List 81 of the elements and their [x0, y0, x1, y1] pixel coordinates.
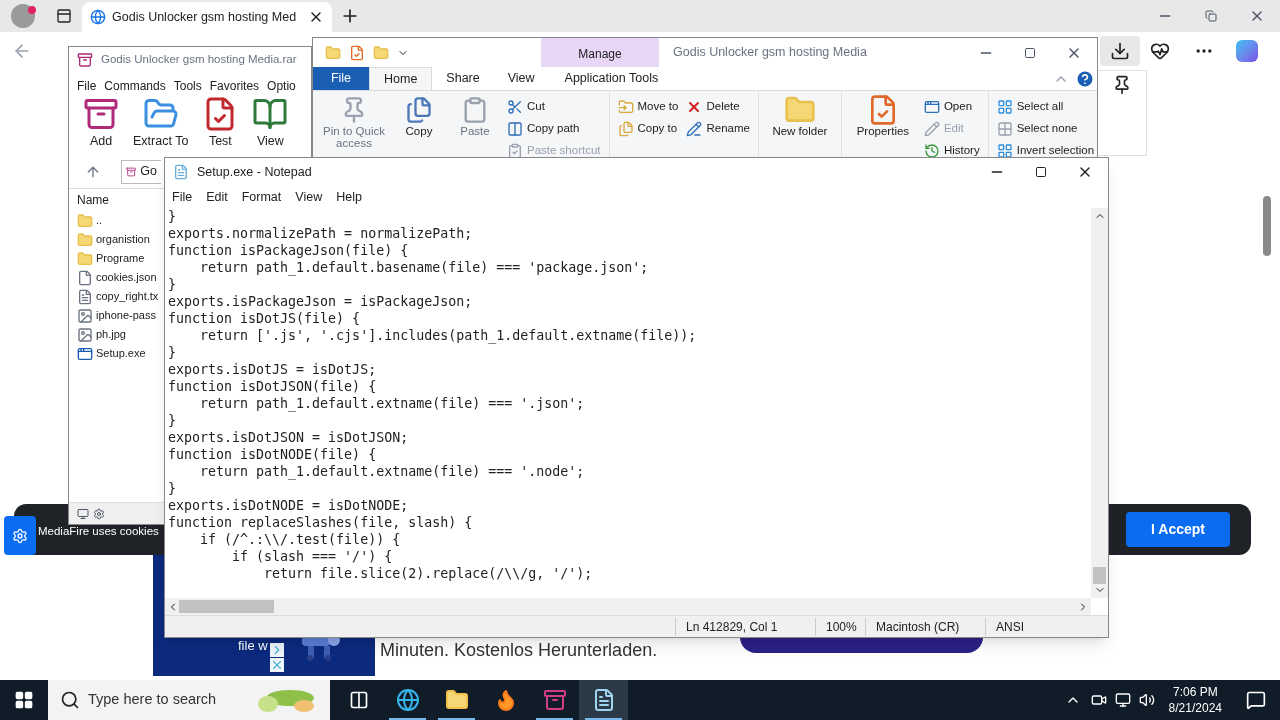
code-line: exports.normalizePath = normalizePath;: [168, 225, 474, 242]
file-row[interactable]: ph.jpg: [77, 325, 126, 344]
menu-item[interactable]: File: [77, 77, 97, 95]
menu-item[interactable]: File: [172, 187, 193, 207]
file-row[interactable]: cookies.json: [77, 268, 157, 287]
ad-text: Minuten. Kostenlos Herunterladen.: [380, 639, 658, 661]
file-row[interactable]: copy_right.tx: [77, 287, 159, 306]
ribbon-button[interactable]: Cut: [507, 99, 601, 115]
code-line: return path_1.default.extname(file) === '.node';: [199, 463, 586, 480]
window-title: Setup.exe - Notepad: [197, 163, 312, 181]
ad-side-text: file w: [238, 637, 268, 655]
status-text: 100%: [815, 617, 865, 636]
code-line: return file.slice(2).replace(/\\/g, '/');: [263, 565, 594, 582]
menu-item[interactable]: Tools: [173, 77, 202, 95]
menu-item[interactable]: Commands: [104, 77, 166, 95]
code-line: return path_1.default.extname(file) === '.json';: [199, 395, 586, 412]
code-line: function isDotJSON(file) {: [168, 378, 378, 395]
ribbon-button[interactable]: Copy to: [617, 121, 679, 137]
toolbar-button[interactable]: Extract To: [133, 96, 189, 151]
ribbon-tab[interactable]: Application Tools: [550, 67, 669, 90]
ribbon-tab[interactable]: View: [493, 67, 549, 90]
context-tab-label: Manage: [578, 46, 622, 63]
file-row[interactable]: iphone-pass: [77, 306, 156, 325]
menu-item[interactable]: View: [295, 187, 323, 207]
status-text: Ln 412829, Col 1: [675, 617, 815, 636]
menu-item[interactable]: Format: [241, 187, 282, 207]
code-line: exports.isDotJSON = isDotJSON;: [168, 429, 410, 446]
ribbon-button[interactable]: New folder: [766, 95, 833, 161]
ribbon-button[interactable]: Select none: [996, 121, 1095, 137]
file-row[interactable]: Setup.exe: [77, 344, 146, 363]
ribbon-button[interactable]: Invert selection: [996, 143, 1095, 159]
search-field[interactable]: Type here to search: [48, 680, 330, 720]
path-field[interactable]: Go: [121, 159, 161, 184]
code-line: exports.isDotNODE = isDotNODE;: [168, 497, 410, 514]
menu-item[interactable]: Optio: [267, 77, 296, 95]
window-title: Godis Unlocker gsm hosting Media.rar: [101, 52, 297, 68]
accept-button[interactable]: I Accept: [1126, 512, 1230, 547]
ribbon-button[interactable]: Copy: [395, 95, 443, 161]
toolbar-button[interactable]: Add: [83, 96, 119, 151]
window-title: Godis Unlocker gsm hosting Media: [673, 44, 867, 62]
menu-item[interactable]: Help: [336, 187, 362, 207]
code-line: function replaceSlashes(file, slash) {: [168, 514, 474, 531]
menu-item[interactable]: Favorites: [209, 77, 260, 95]
browser-tab[interactable]: Godis Unlocker gsm hosting Med: [82, 2, 332, 32]
file-row[interactable]: organistion: [77, 230, 150, 249]
code-line: }: [168, 276, 177, 293]
ribbon-button[interactable]: Rename: [686, 121, 750, 137]
status-text: Macintosh (CR): [865, 617, 985, 636]
column-header[interactable]: Name: [77, 191, 109, 209]
ribbon-tab[interactable]: Share: [432, 67, 494, 90]
clock[interactable]: 7:06 PM 8/21/2024: [1168, 684, 1222, 716]
ribbon-tab[interactable]: Home: [369, 67, 433, 90]
toolbar-button[interactable]: Test: [202, 96, 239, 151]
code-line: exports.isPackageJson = isPackageJson;: [168, 293, 474, 310]
code-line: }: [168, 208, 177, 225]
ribbon-button[interactable]: Copy path: [507, 121, 601, 137]
code-line: function isPackageJson(file) {: [168, 242, 410, 259]
status-text: ANSI: [985, 617, 1065, 636]
tab-title: Godis Unlocker gsm hosting Med: [112, 8, 298, 26]
code-line: function isDotNODE(file) {: [168, 446, 378, 463]
toolbar-button[interactable]: View: [252, 96, 289, 151]
ribbon-button[interactable]: Delete: [686, 99, 750, 115]
code-line: exports.isDotJS = isDotJS;: [168, 361, 378, 378]
cookie-text: MediaFire uses cookies: [38, 524, 159, 539]
code-line: }: [168, 344, 177, 361]
file-row[interactable]: Programe: [77, 249, 145, 268]
code-line: return ['.js', '.cjs'].includes(path_1.default.extname(file));: [199, 327, 698, 344]
code-line: if (/^.:\\/.test(file)) {: [199, 531, 402, 548]
file-tab[interactable]: File: [313, 67, 369, 90]
code-line: }: [168, 480, 177, 497]
code-line: return path_1.default.basename(file) === 'package.json';: [199, 259, 650, 276]
ribbon-button[interactable]: History: [923, 143, 980, 159]
code-line: if (slash === '/') {: [231, 548, 394, 565]
ribbon-button[interactable]: Properties: [849, 95, 916, 161]
menu-item[interactable]: Edit: [206, 187, 228, 207]
code-line: function isDotJS(file) {: [168, 310, 362, 327]
ribbon-button[interactable]: Move to: [617, 99, 679, 115]
ribbon-button[interactable]: Open: [923, 99, 980, 115]
code-line: }: [168, 412, 177, 429]
file-row[interactable]: ..: [77, 211, 103, 230]
ribbon-button[interactable]: Select all: [996, 99, 1095, 115]
